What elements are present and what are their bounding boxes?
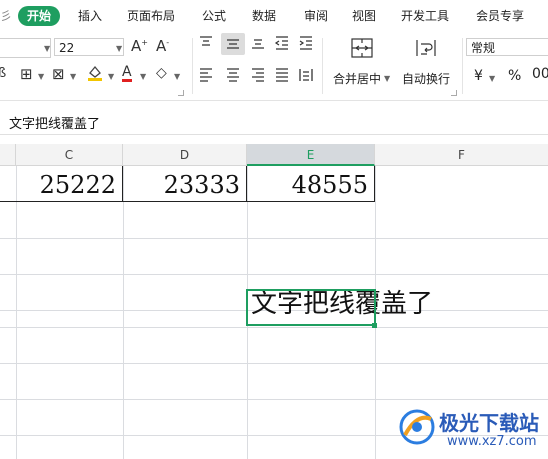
tab-review[interactable]: 审阅 [304,0,328,30]
grid-line [0,327,548,328]
grid-line [0,399,548,400]
clear-format-icon[interactable]: ◇ [156,65,167,81]
merge-center-icon[interactable] [350,36,374,64]
number-format-select[interactable]: 常规 [466,38,548,56]
align-right-icon[interactable] [250,66,266,86]
strikethrough-icon[interactable]: ß [0,66,6,81]
chevron-down-icon[interactable]: ▼ [116,44,122,53]
chevron-down-icon[interactable]: ▼ [70,72,76,81]
watermark-brand: 极光下载站 [439,411,539,435]
tab-view[interactable]: 视图 [352,0,376,30]
grid-line [0,238,548,239]
chevron-down-icon[interactable]: ▼ [140,72,146,81]
decrease-font-icon[interactable]: A- [156,37,169,55]
merge-center-label[interactable]: 合并居中 [333,70,381,87]
increase-indent-icon[interactable] [298,34,314,54]
tab-page-layout[interactable]: 页面布局 [127,0,175,30]
brand-logo-icon [399,409,435,445]
chevron-down-icon[interactable]: ▼ [384,74,390,83]
justify-icon[interactable] [274,66,290,86]
percent-symbol[interactable]: % [508,68,521,84]
chevron-down-icon[interactable]: ▼ [108,72,114,81]
column-header-f[interactable]: F [375,144,548,166]
column-header-c[interactable]: C [16,144,123,166]
ribbon: ▼ 22 ▼ A+ A- ß ⊞ ▼ ⊠ ▼ ▼ A ▼ ◇ ▼ 合并居中 ▼ … [0,30,548,101]
wrap-text-icon[interactable] [414,36,438,64]
align-group-launcher-icon[interactable] [451,90,457,96]
watermark: 极光下载站 www.xz7.com [395,405,545,455]
font-color-icon[interactable]: A [122,64,132,82]
tab-developer[interactable]: 开发工具 [401,0,449,30]
divider [322,38,323,94]
cell-d1[interactable]: 23333 [123,166,246,202]
cell-c1[interactable]: 25222 [16,166,122,202]
tab-data[interactable]: 数据 [252,0,276,30]
chevron-down-icon[interactable]: ▼ [174,72,180,81]
cell-style-icon[interactable]: ⊠ [52,65,65,83]
align-top-icon[interactable] [198,34,214,54]
borders-icon[interactable]: ⊞ [20,65,33,83]
formula-content[interactable]: 文字把线覆盖了 [9,113,100,132]
tab-member[interactable]: 会员专享 [476,0,524,30]
thousands-separator-icon[interactable]: 00 [532,66,548,82]
cell-border [374,166,375,202]
fill-color-icon[interactable] [86,64,104,86]
number-format-value: 常规 [471,41,496,55]
column-header-d[interactable]: D [123,144,247,166]
active-cell-selection[interactable] [246,289,376,326]
grid-line [123,166,124,459]
font-group-launcher-icon[interactable] [178,90,184,96]
font-size-select[interactable]: 22 [54,38,124,56]
menu-bar: 彡 开始 插入 页面布局 公式 数据 审阅 视图 开发工具 会员专享 [0,0,548,30]
align-middle-button[interactable] [221,33,245,55]
chevron-down-icon[interactable]: ▼ [38,72,44,81]
increase-font-icon[interactable]: A+ [131,37,148,55]
chevron-down-icon[interactable]: ▼ [44,44,50,53]
font-size-value: 22 [59,41,75,55]
formula-bar[interactable]: 文字把线覆盖了 [0,110,548,135]
tab-insert[interactable]: 插入 [78,0,102,30]
divider [462,38,463,94]
grid-line [0,274,548,275]
divider [192,38,193,94]
fill-handle[interactable] [372,323,377,328]
chevron-down-icon[interactable]: ▼ [489,74,495,83]
align-left-icon[interactable] [198,66,214,86]
grid-line [16,166,17,459]
decrease-indent-icon[interactable] [274,34,290,54]
wrap-text-label[interactable]: 自动换行 [402,70,450,87]
cell-e1[interactable]: 48555 [247,166,374,202]
grid-line [0,363,548,364]
tab-formulas[interactable]: 公式 [202,0,226,30]
align-bottom-icon[interactable] [250,34,266,54]
column-header-e[interactable]: E [247,144,375,166]
distributed-align-icon[interactable] [298,66,314,86]
tab-home[interactable]: 开始 [18,6,61,26]
currency-symbol[interactable]: ¥ [474,68,483,84]
watermark-url: www.xz7.com [447,434,537,449]
column-header-partial[interactable] [0,144,16,166]
menu-overflow-glyph: 彡 [0,9,13,23]
align-center-icon[interactable] [225,66,241,86]
